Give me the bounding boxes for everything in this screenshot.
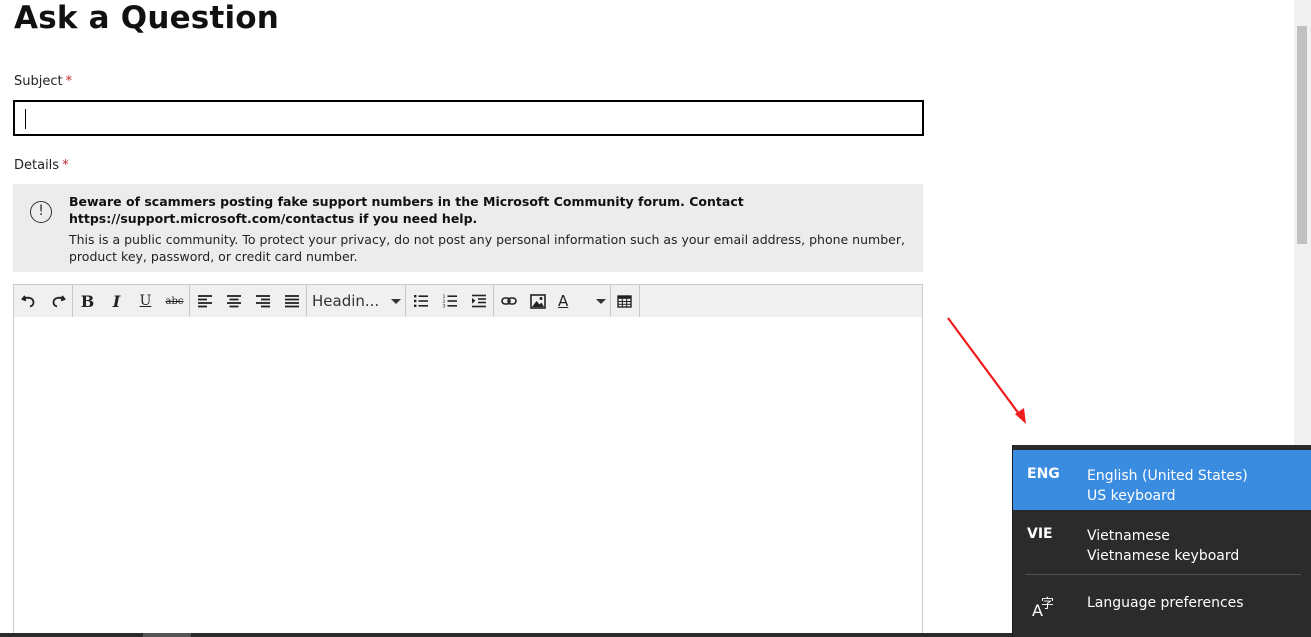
language-icon: A字 xyxy=(1032,597,1055,620)
red-arrow-annotation xyxy=(947,317,1026,424)
indent-button[interactable] xyxy=(464,285,493,317)
language-item-eng[interactable]: ENG English (United States) US keyboard xyxy=(1013,450,1311,510)
redo-button[interactable] xyxy=(43,285,72,317)
flyout-divider xyxy=(1025,574,1301,575)
format-group: B I U abc xyxy=(73,285,190,317)
image-icon xyxy=(529,293,546,309)
keyboard-name: Vietnamese keyboard xyxy=(1087,548,1240,564)
language-title: English (United States) xyxy=(1087,468,1248,484)
table-icon xyxy=(617,294,632,308)
undo-button[interactable] xyxy=(14,285,43,317)
notice-privacy-text: This is a public community. To protect y… xyxy=(69,232,905,264)
language-flyout: ENG English (United States) US keyboard … xyxy=(1012,445,1311,637)
justify-button[interactable] xyxy=(277,285,306,317)
editor-toolbar: B I U abc Headin... 123 A xyxy=(13,284,923,318)
taskbar-item[interactable] xyxy=(143,633,191,637)
table-button[interactable] xyxy=(610,285,639,317)
justify-icon xyxy=(284,295,299,308)
numbered-list-button[interactable]: 123 xyxy=(435,285,464,317)
align-left-button[interactable] xyxy=(190,285,219,317)
subject-label: Subject * xyxy=(14,74,72,89)
details-label-text: Details xyxy=(14,158,60,173)
table-group xyxy=(610,285,640,317)
required-mark: * xyxy=(65,74,73,89)
align-group xyxy=(190,285,307,317)
text-caret xyxy=(25,109,26,129)
undo-icon xyxy=(20,295,34,308)
underline-button[interactable]: U xyxy=(131,285,160,317)
redo-icon xyxy=(52,295,66,308)
link-icon xyxy=(500,297,517,305)
page-title: Ask a Question xyxy=(14,0,280,36)
scrollbar-thumb[interactable] xyxy=(1297,26,1307,244)
numbered-list-icon: 123 xyxy=(442,294,457,308)
heading-group: Headin... xyxy=(307,285,406,317)
info-circle-icon: ! xyxy=(30,201,52,223)
image-button[interactable] xyxy=(523,285,552,317)
heading-dropdown[interactable]: Headin... xyxy=(307,285,405,317)
strikethrough-button[interactable]: abc xyxy=(160,285,189,317)
insert-group: A xyxy=(494,285,611,317)
font-color-button[interactable]: A xyxy=(552,285,610,317)
link-button[interactable] xyxy=(494,285,523,317)
subject-label-text: Subject xyxy=(14,74,63,89)
language-code: ENG xyxy=(1027,466,1060,482)
language-name: Vietnamese Vietnamese keyboard xyxy=(1087,526,1239,566)
bullet-list-icon xyxy=(413,295,428,307)
align-center-icon xyxy=(226,295,241,308)
language-name: English (United States) US keyboard xyxy=(1087,466,1248,506)
heading-dropdown-label: Headin... xyxy=(312,292,380,310)
align-left-icon xyxy=(197,295,212,308)
required-mark: * xyxy=(62,158,69,173)
align-right-button[interactable] xyxy=(248,285,277,317)
chevron-down-icon xyxy=(596,298,607,304)
align-center-button[interactable] xyxy=(219,285,248,317)
language-preferences-link[interactable]: A字 Language preferences xyxy=(1013,583,1311,631)
chevron-down-icon xyxy=(391,298,402,304)
scam-warning-notice: ! Beware of scammers posting fake suppor… xyxy=(13,184,923,272)
history-group xyxy=(14,285,73,317)
language-title: Vietnamese xyxy=(1087,528,1170,544)
bullet-list-button[interactable] xyxy=(406,285,435,317)
italic-button[interactable]: I xyxy=(102,285,131,317)
align-right-icon xyxy=(255,295,270,308)
details-editor[interactable] xyxy=(13,317,923,637)
language-preferences-label: Language preferences xyxy=(1087,595,1244,611)
list-group: 123 xyxy=(406,285,494,317)
indent-icon xyxy=(471,294,486,308)
details-label: Details * xyxy=(14,158,69,173)
notice-warning-text: Beware of scammers posting fake support … xyxy=(69,194,744,226)
svg-text:3: 3 xyxy=(442,304,445,308)
language-item-vie[interactable]: VIE Vietnamese Vietnamese keyboard xyxy=(1013,510,1311,570)
font-color-icon: A xyxy=(558,292,569,310)
keyboard-name: US keyboard xyxy=(1087,488,1176,504)
subject-input[interactable] xyxy=(13,100,924,136)
bold-button[interactable]: B xyxy=(73,285,102,317)
taskbar xyxy=(0,633,1012,637)
language-code: VIE xyxy=(1027,526,1053,542)
